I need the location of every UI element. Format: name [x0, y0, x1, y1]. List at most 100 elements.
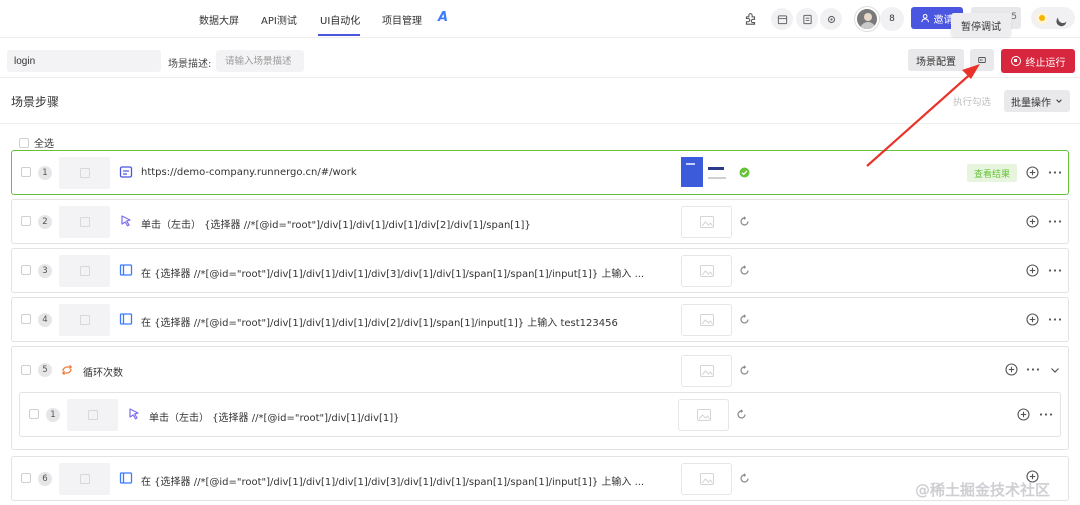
top-nav: 数据大屏 API测试 UI自动化 项目管理 A 8 邀请 5 暂停调试: [0, 0, 1080, 38]
sun-icon: [1036, 12, 1048, 24]
step-thumbnail: [59, 206, 110, 238]
step-row[interactable]: 3 在 {选择器 //*[@id="root"]/div[1]/div[1]/d…: [11, 248, 1069, 293]
step-screenshot[interactable]: [681, 157, 732, 189]
pause-debug-button[interactable]: [970, 49, 994, 71]
stop-run-button[interactable]: 终止运行: [1001, 49, 1075, 73]
image-icon: [699, 473, 714, 485]
step-number: 6: [38, 472, 52, 486]
avatar[interactable]: [855, 7, 879, 31]
step-checkbox[interactable]: [21, 167, 31, 177]
add-step-icon[interactable]: [1026, 264, 1039, 277]
tab-ui-automation[interactable]: UI自动化: [320, 12, 360, 27]
success-check-icon: [739, 167, 750, 178]
step-screenshot-placeholder[interactable]: [678, 399, 729, 431]
input-icon: [119, 472, 133, 484]
image-icon: [696, 409, 711, 421]
step-number: 1: [38, 166, 52, 180]
nested-step-row[interactable]: 1 单击（左击） {选择器 //*[@id="root"]/div[1]/div…: [19, 392, 1061, 437]
loop-icon: [61, 364, 73, 376]
ai-logo[interactable]: A: [438, 10, 448, 25]
gear-icon[interactable]: [820, 8, 842, 30]
step-number: 4: [38, 313, 52, 327]
add-step-icon[interactable]: [1026, 215, 1039, 228]
tab-api-test[interactable]: API测试: [261, 12, 297, 27]
step-screenshot-placeholder[interactable]: [681, 304, 732, 336]
pause-debug-tooltip: 暂停调试: [951, 13, 1011, 37]
scene-config-button[interactable]: 场景配置: [908, 49, 964, 71]
member-count-badge[interactable]: 8: [880, 7, 904, 31]
step-screenshot-placeholder[interactable]: [681, 355, 732, 387]
pending-icon: [740, 473, 749, 483]
batch-operation-label: 批量操作: [1011, 97, 1051, 109]
step-thumbnail: [59, 255, 110, 287]
theme-toggle[interactable]: [1031, 7, 1075, 29]
exec-selected-button[interactable]: 执行勾选: [948, 91, 996, 111]
stop-icon: [1010, 56, 1021, 66]
more-icon[interactable]: [1048, 215, 1062, 228]
pending-icon: [740, 216, 749, 226]
step-screenshot-placeholder[interactable]: [681, 463, 732, 495]
step-text: 单击（左击） {选择器 //*[@id="root"]/div[1]/div[1…: [149, 413, 400, 424]
puzzle-icon[interactable]: [742, 10, 758, 26]
step-text: 在 {选择器 //*[@id="root"]/div[1]/div[1]/div…: [141, 477, 645, 488]
scene-name-input[interactable]: [7, 50, 161, 72]
step-thumbnail: [67, 399, 118, 431]
select-all-label: 全选: [34, 139, 54, 150]
open-page-icon: [119, 166, 133, 178]
step-thumbnail: [59, 304, 110, 336]
stop-run-label: 终止运行: [1025, 57, 1066, 69]
click-icon: [129, 408, 139, 420]
add-step-icon[interactable]: [1005, 363, 1018, 376]
step-row[interactable]: 1 https://demo-company.runnergo.cn/#/wor…: [11, 150, 1069, 195]
add-step-icon[interactable]: [1017, 408, 1030, 421]
image-icon: [699, 265, 714, 277]
step-row[interactable]: 2 单击（左击） {选择器 //*[@id="root"]/div[1]/div…: [11, 199, 1069, 244]
steps-title: 场景步骤: [11, 95, 60, 109]
scene-desc-input[interactable]: [216, 50, 304, 72]
select-all[interactable]: 全选: [19, 135, 54, 150]
more-icon[interactable]: [1048, 313, 1062, 326]
more-icon[interactable]: [1026, 363, 1040, 376]
more-icon[interactable]: [1039, 408, 1053, 421]
view-result-button[interactable]: 查看结果: [967, 164, 1017, 182]
click-icon: [121, 215, 131, 227]
step-screenshot-placeholder[interactable]: [681, 255, 732, 287]
pending-icon: [740, 365, 749, 375]
step-checkbox[interactable]: [21, 473, 31, 483]
add-step-icon[interactable]: [1026, 313, 1039, 326]
input-icon: [119, 313, 133, 325]
add-step-icon[interactable]: [1026, 166, 1039, 179]
chevron-down-icon[interactable]: [1049, 364, 1061, 376]
tab-data-dashboard[interactable]: 数据大屏: [199, 12, 239, 27]
step-screenshot-placeholder[interactable]: [681, 206, 732, 238]
step-checkbox[interactable]: [21, 216, 31, 226]
more-icon[interactable]: [1048, 166, 1062, 179]
step-text: 在 {选择器 //*[@id="root"]/div[1]/div[1]/div…: [141, 318, 618, 329]
calendar-icon[interactable]: [771, 8, 793, 30]
step-row[interactable]: 6 在 {选择器 //*[@id="root"]/div[1]/div[1]/d…: [11, 456, 1069, 501]
tab-project-management[interactable]: 项目管理: [382, 12, 422, 27]
step-text: 在 {选择器 //*[@id="root"]/div[1]/div[1]/div…: [141, 269, 645, 280]
step-checkbox[interactable]: [21, 365, 31, 375]
step-text: 单击（左击） {选择器 //*[@id="root"]/div[1]/div[1…: [141, 220, 531, 231]
document-icon[interactable]: [796, 8, 818, 30]
debug-icon: [978, 57, 986, 63]
step-checkbox[interactable]: [29, 409, 39, 419]
select-all-checkbox[interactable]: [19, 137, 29, 148]
step-row[interactable]: 4 在 {选择器 //*[@id="root"]/div[1]/div[1]/d…: [11, 297, 1069, 342]
input-icon: [119, 264, 133, 276]
step-checkbox[interactable]: [21, 265, 31, 275]
step-number: 5: [38, 363, 52, 377]
step-checkbox[interactable]: [21, 314, 31, 324]
image-icon: [699, 216, 714, 228]
image-icon: [699, 365, 714, 377]
divider: [0, 123, 1080, 124]
scene-bar: 场景描述: 场景配置 终止运行: [0, 44, 1080, 78]
step-thumbnail: [59, 157, 110, 189]
watermark: @稀土掘金技术社区: [915, 481, 1051, 499]
step-thumbnail: [59, 463, 110, 495]
more-icon[interactable]: [1048, 264, 1062, 277]
pending-icon: [737, 409, 746, 419]
scene-desc-label: 场景描述:: [168, 59, 212, 70]
batch-operation-button[interactable]: 批量操作: [1004, 90, 1070, 112]
